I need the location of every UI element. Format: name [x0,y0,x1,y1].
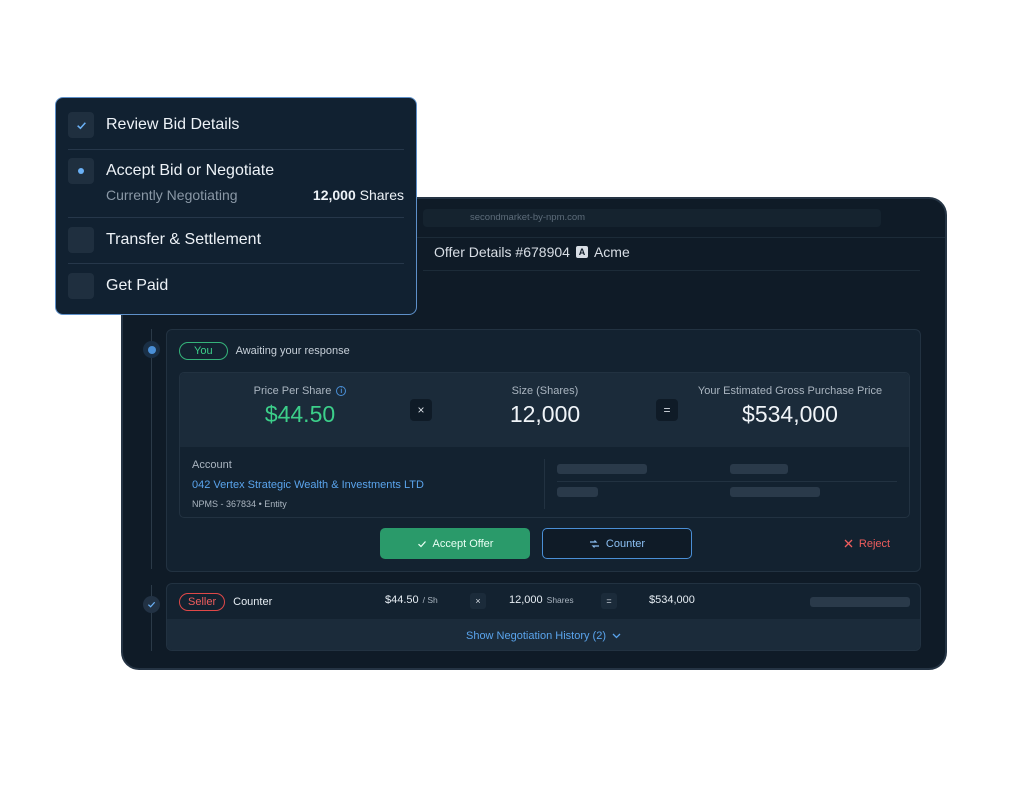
share-size: Size (Shares) 12,000 [480,385,610,428]
history-label: Show Negotiation History (2) [465,629,606,642]
timeline-active-dot [143,341,160,358]
step-divider [68,149,404,150]
step-accept-negotiate[interactable]: Accept Bid or Negotiate Currently Negoti… [68,158,404,208]
size-value: 12,000 [509,401,581,427]
info-icon[interactable]: i [336,386,347,396]
offer-title-text: Offer Details #678904 [434,244,570,260]
account-meta: NPMS - 367834 • Entity [192,499,424,509]
chevron-down-icon [612,633,621,638]
step-pending-icon [68,273,94,299]
seller-counter-summary: Seller Counter $44.50 / Sh × 12,000 Shar… [167,584,920,619]
total-value: $534,000 [742,401,838,427]
step-sub-status: Currently Negotiating [106,187,238,203]
accept-label: Accept Offer [432,537,494,550]
loading-placeholder [557,464,647,474]
step-label: Review Bid Details [106,116,240,133]
page-title: Offer Details #678904 A Acme [434,244,630,260]
show-history-button[interactable]: Show Negotiation History (2) [167,619,920,650]
seller-price: $44.50 [385,594,419,606]
account-label: Account [192,459,232,471]
total-label: Your Estimated Gross Purchase Price [697,385,883,397]
accept-offer-button[interactable]: Accept Offer [380,528,530,559]
timeline-line [151,585,152,651]
step-active-icon [68,158,94,184]
reject-label: Reject [858,537,891,550]
seller-counter-card: Seller Counter $44.50 / Sh × 12,000 Shar… [166,583,921,651]
seller-price-unit: / Sh [422,595,438,605]
equals-icon: = [656,399,678,421]
timeline-line [151,329,152,569]
company-logo-icon: A [575,246,588,258]
seller-shares: 12,000 [509,594,543,606]
loading-placeholder [730,487,820,497]
loading-placeholder [557,487,598,497]
status-text: Awaiting your response [235,345,350,357]
step-review-bid[interactable]: Review Bid Details [68,112,404,138]
step-check-icon [68,112,94,138]
seller-total: $534,000 [649,594,695,606]
step-shares: 12,000 Shares [313,187,404,203]
price-calculation: Price Per Share i $44.50 × Size (Shares)… [179,372,910,518]
close-icon [844,539,853,548]
url-bar[interactable]: secondmarket-by-npm.com [423,209,881,227]
party-badge-you: You [179,342,228,360]
price-label: Price Per Share [253,385,332,397]
step-label: Transfer & Settlement [106,231,262,248]
account-name-link[interactable]: 042 Vertex Strategic Wealth & Investment… [192,479,424,491]
step-transfer-settlement[interactable]: Transfer & Settlement [68,227,404,253]
card-header: You Awaiting your response [179,342,350,360]
price-per-share: Price Per Share i $44.50 [240,385,360,428]
multiply-icon: × [410,399,432,421]
company-name: Acme [593,244,630,260]
counter-label: Counter [605,537,646,550]
step-shares-unit: Shares [359,187,404,203]
step-label: Accept Bid or Negotiate [106,162,275,179]
check-icon [417,540,426,547]
placeholder-divider [557,481,897,482]
step-shares-count: 12,000 [312,187,356,203]
current-offer-card: You Awaiting your response Price Per Sha… [166,329,921,572]
gross-purchase-price: Your Estimated Gross Purchase Price $534… [685,385,895,428]
account-id: NPMS - 367834 [192,499,257,509]
step-label: Get Paid [106,277,169,294]
step-divider [68,263,404,264]
counter-button[interactable]: Counter [542,528,692,559]
counter-arrows-icon [589,539,599,548]
loading-placeholder [810,597,910,607]
price-value: $44.50 [264,401,336,427]
equals-icon: = [601,593,617,609]
progress-steps-panel: Review Bid Details Accept Bid or Negotia… [55,97,417,315]
account-info: Account 042 Vertex Strategic Wealth & In… [192,459,424,509]
party-badge-seller: Seller [179,593,226,611]
account-type: Entity [264,499,287,509]
calculation-summary: Price Per Share i $44.50 × Size (Shares)… [180,373,909,447]
timeline-check-icon [143,596,160,613]
size-label: Size (Shares) [511,385,579,397]
title-divider [423,270,920,271]
seller-action: Counter [233,596,273,608]
step-divider [68,217,404,218]
step-pending-icon [68,227,94,253]
multiply-icon: × [470,593,486,609]
reject-button[interactable]: Reject [837,528,897,559]
seller-shares-unit: Shares [546,595,574,605]
loading-placeholder [730,464,788,474]
account-divider [544,459,545,509]
step-get-paid[interactable]: Get Paid [68,273,404,299]
